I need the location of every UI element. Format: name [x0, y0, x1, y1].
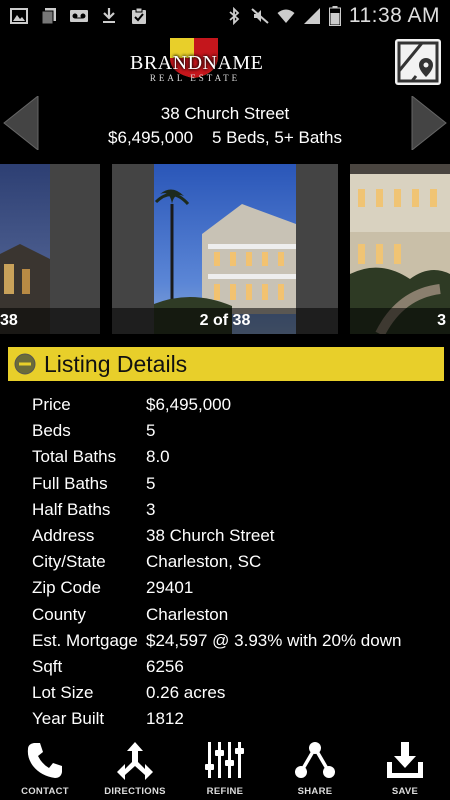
detail-value: 6256 — [146, 656, 184, 676]
detail-label: Sqft — [32, 656, 63, 676]
detail-value: 3 — [146, 499, 156, 519]
detail-value: $24,597 @ 3.93% with 20% down — [146, 630, 402, 650]
next-listing-arrow[interactable] — [408, 96, 448, 150]
share-button[interactable]: SHARE — [270, 736, 360, 800]
detail-row-half-baths: Half Baths 3 — [32, 497, 442, 523]
detail-row-year-built: Year Built 1812 — [32, 706, 442, 732]
contact-button[interactable]: CONTACT — [0, 736, 90, 800]
detail-label: Address — [32, 526, 95, 546]
detail-label: Price — [32, 395, 71, 415]
nav-label: CONTACT — [21, 786, 69, 797]
nav-label: REFINE — [206, 786, 244, 797]
previous-listing-arrow[interactable] — [2, 96, 42, 150]
photo-gallery[interactable]: 38 2 of 38 3 — [0, 164, 450, 334]
detail-row-sqft: Sqft 6256 — [32, 654, 442, 680]
status-bar: 11:38 AM — [0, 0, 450, 34]
collapse-icon[interactable] — [14, 353, 36, 375]
directions-icon — [117, 742, 153, 780]
map-view-button[interactable] — [394, 38, 442, 86]
listing-summary: $6,495,000 5 Beds, 5+ Baths — [108, 128, 342, 147]
detail-label: Full Baths — [32, 473, 108, 493]
detail-value: 0.26 acres — [146, 683, 226, 703]
copy-notification-icon — [41, 8, 56, 25]
mute-icon — [251, 8, 269, 24]
detail-row-mortgage: Est. Mortgage $24,597 @ 3.93% with 20% do… — [32, 628, 442, 654]
detail-row-full-baths: Full Baths 5 — [32, 471, 442, 497]
listing-details-header[interactable]: Listing Details — [8, 347, 444, 381]
sliders-icon — [205, 742, 244, 778]
battery-icon — [328, 6, 341, 26]
listing-details-table: Price $6,495,000 Beds 5 Total Baths 8.0 Ful… — [32, 392, 442, 736]
bottom-action-bar: CONTACT DIRECTIONS REFINE SHARE SAVE — [0, 736, 450, 800]
detail-value: Charleston — [146, 604, 229, 624]
brand-name: BRANDNAME — [130, 52, 264, 74]
brand-subtitle: REAL ESTATE — [149, 73, 241, 83]
voicemail-icon — [70, 10, 88, 22]
detail-row-county: County Charleston — [32, 602, 442, 628]
detail-row-city-state: City/State Charleston, SC — [32, 549, 442, 575]
download-notification-icon — [103, 8, 115, 23]
brand-logo: BRANDNAME REAL ESTATE — [130, 38, 264, 86]
detail-value: $6,495,000 — [146, 395, 232, 415]
notification-icons — [10, 7, 148, 25]
photo-caption: 38 — [0, 308, 100, 334]
detail-row-address: Address 38 Church Street — [32, 523, 442, 549]
signal-icon — [303, 8, 320, 24]
detail-label: Est. Mortgage — [32, 630, 138, 650]
system-icons: 11:38 AM — [225, 4, 440, 28]
detail-label: City/State — [32, 552, 106, 572]
detail-value: 8.0 — [146, 447, 170, 467]
download-icon — [387, 742, 423, 778]
detail-row-zip-code: Zip Code 29401 — [32, 575, 442, 601]
detail-label: Lot Size — [32, 683, 94, 703]
previous-photo[interactable]: 38 — [0, 164, 100, 334]
detail-value: 5 — [146, 421, 156, 441]
detail-label: Zip Code — [32, 578, 101, 598]
detail-row-lot-size: Lot Size 0.26 acres — [32, 680, 442, 706]
photo-counter: 2 of 38 — [112, 308, 338, 334]
wifi-icon — [277, 9, 295, 23]
clipboard-check-icon — [132, 7, 146, 24]
detail-value: 1812 — [146, 709, 184, 729]
save-button[interactable]: SAVE — [360, 736, 450, 800]
detail-row-beds: Beds 5 — [32, 418, 442, 444]
detail-label: Year Built — [32, 709, 105, 729]
detail-label: County — [32, 604, 86, 624]
directions-button[interactable]: DIRECTIONS — [90, 736, 180, 800]
detail-value: 29401 — [146, 578, 194, 598]
detail-value: Charleston, SC — [146, 552, 262, 572]
detail-label: Beds — [32, 421, 71, 441]
nav-label: SAVE — [391, 786, 419, 797]
current-photo[interactable]: 2 of 38 — [112, 164, 338, 334]
next-photo[interactable]: 3 — [350, 164, 450, 334]
nav-label: SHARE — [297, 786, 333, 797]
detail-label: Half Baths — [32, 499, 111, 519]
listing-header: BRANDNAME REAL ESTATE 38 Church Street $… — [0, 34, 450, 164]
clock: 11:38 AM — [348, 4, 440, 27]
share-icon — [295, 742, 335, 778]
detail-row-price: Price $6,495,000 — [32, 392, 442, 418]
detail-label: Total Baths — [32, 447, 117, 467]
gallery-notification-icon — [10, 8, 28, 24]
phone-icon — [27, 743, 62, 778]
section-title: Listing Details — [44, 350, 188, 377]
photo-caption: 3 — [350, 308, 450, 334]
bluetooth-icon — [229, 7, 240, 25]
detail-value: 38 Church Street — [146, 526, 275, 546]
listing-address: 38 Church Street — [160, 104, 290, 123]
refine-button[interactable]: REFINE — [180, 736, 270, 800]
detail-row-total-baths: Total Baths 8.0 — [32, 444, 442, 470]
nav-label: DIRECTIONS — [104, 786, 166, 797]
detail-value: 5 — [146, 473, 156, 493]
